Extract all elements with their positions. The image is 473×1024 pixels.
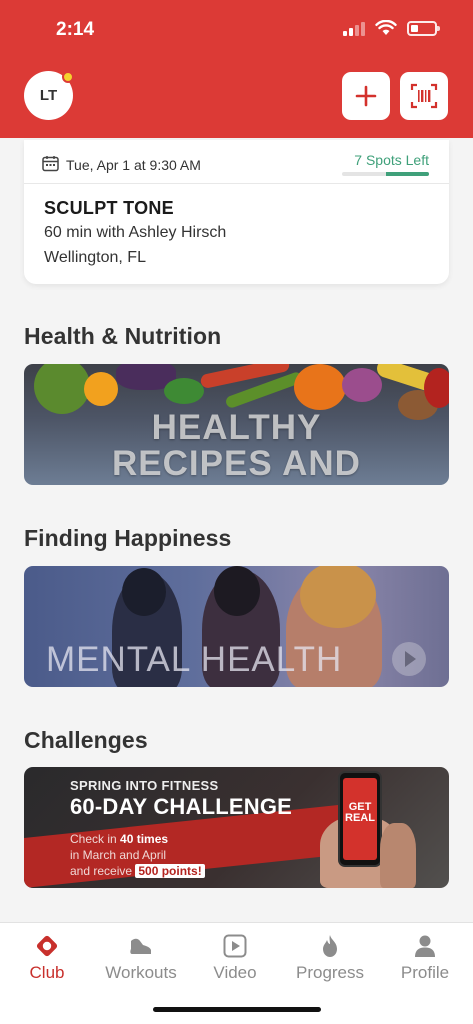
status-time: 2:14 (56, 19, 95, 40)
challenge-line1: Check in (70, 832, 121, 846)
class-date: Tue, Apr 1 at 9:30 AM (66, 157, 201, 173)
battery-icon (407, 20, 440, 36)
add-button[interactable] (342, 72, 390, 120)
tab-club-label: Club (29, 963, 65, 982)
phone-image: GET REAL (338, 771, 382, 867)
challenge-line3: and receive (70, 864, 136, 878)
person-icon (415, 935, 435, 957)
notification-dot (62, 71, 74, 83)
play-icon[interactable] (392, 642, 426, 676)
avatar[interactable]: LT (24, 71, 74, 120)
section-title-challenges: Challenges (24, 727, 148, 753)
cellular-signal-icon (343, 20, 365, 36)
plus-icon (355, 85, 377, 107)
flame-icon (323, 935, 337, 957)
challenge-banner[interactable]: SPRING INTO FITNESS 60-DAY CHALLENGE Che… (24, 767, 449, 888)
tab-profile[interactable]: Profile (378, 923, 472, 993)
challenge-title: 60-DAY CHALLENGE (70, 794, 293, 819)
club-icon (36, 935, 58, 957)
class-card[interactable]: Tue, Apr 1 at 9:30 AM 7 Spots Left SCULP… (24, 140, 449, 284)
class-instructor: 60 min with Ashley Hirsch (44, 224, 227, 241)
wifi-icon (375, 20, 397, 35)
healthy-recipes-banner-text: HEALTHY RECIPES AND NUTRITION (112, 408, 361, 486)
challenge-checkins: 40 times (120, 832, 169, 846)
tab-progress-label: Progress (295, 963, 365, 982)
challenge-description: Check in 40 times in March and April and… (70, 831, 205, 879)
spots-progress-bar (342, 172, 429, 176)
app-header: 2:14 LT (0, 0, 473, 138)
challenge-subtitle: SPRING INTO FITNESS (70, 778, 219, 793)
play-square-icon (223, 934, 247, 958)
points-badge: 500 points! (135, 864, 205, 878)
healthy-recipes-banner[interactable]: HEALTHY RECIPES AND NUTRITION (24, 364, 449, 485)
class-date-row: Tue, Apr 1 at 9:30 AM 7 Spots Left (24, 140, 449, 184)
scan-button[interactable] (400, 72, 448, 120)
challenge-line2: in March and April (70, 848, 167, 862)
tab-workouts-label: Workouts (105, 963, 177, 982)
avatar-initials: LT (39, 87, 58, 104)
tab-profile-label: Profile (400, 963, 450, 982)
mental-health-banner-text: MENTAL HEALTH (46, 640, 343, 679)
tab-workouts[interactable]: Workouts (94, 923, 188, 993)
section-title-health: Health & Nutrition (24, 323, 222, 349)
barcode-scan-icon (410, 83, 438, 109)
spots-left: 7 Spots Left (354, 152, 429, 168)
tab-video[interactable]: Video (188, 923, 282, 993)
tab-video-label: Video (213, 963, 257, 982)
phone-screen-text: GET REAL (343, 778, 377, 860)
class-name: SCULPT TONE (44, 198, 174, 218)
class-location: Wellington, FL (44, 249, 146, 266)
status-icons (343, 20, 440, 36)
tab-progress[interactable]: Progress (283, 923, 377, 993)
shoe-icon (130, 938, 151, 954)
tab-club[interactable]: Club (0, 923, 94, 993)
home-indicator (153, 1007, 321, 1012)
section-title-happiness: Finding Happiness (24, 525, 232, 551)
mental-health-banner[interactable]: MENTAL HEALTH (24, 566, 449, 687)
thumb-image (380, 823, 416, 888)
calendar-icon (42, 156, 59, 172)
